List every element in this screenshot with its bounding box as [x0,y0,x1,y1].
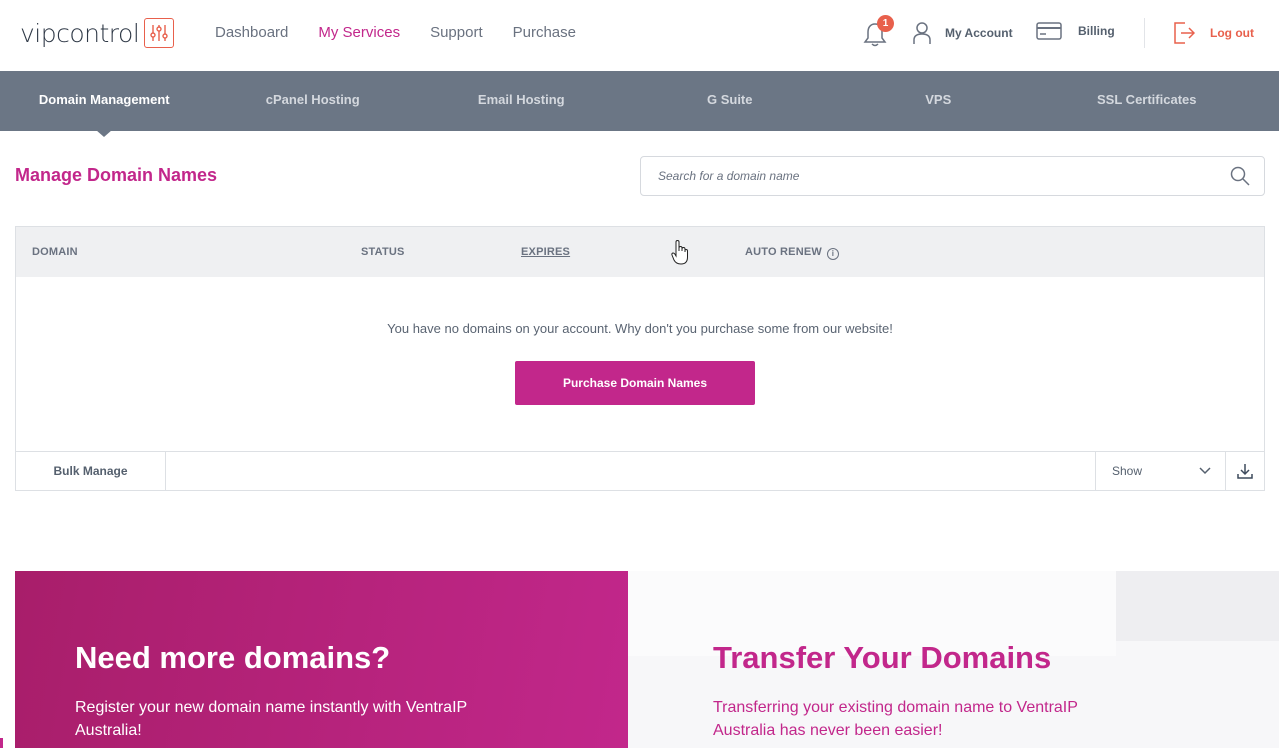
vipcontrol-logo[interactable]: vipcontrol [20,17,175,49]
nav-support[interactable]: Support [430,24,483,41]
need-more-domains-text: Register your new domain name instantly … [75,699,467,739]
transfer-domains-text: Transferring your existing domain name t… [713,699,1078,739]
edge-accent [0,738,3,748]
domain-search [640,156,1265,196]
nav-my-services[interactable]: My Services [318,24,400,41]
table-footer: Bulk Manage Show [16,451,1264,491]
column-auto-renew-label: AUTO RENEW [745,246,822,258]
notifications-badge[interactable]: 1 [877,15,894,32]
transfer-domains-title: Transfer Your Domains [713,640,1052,675]
top-header: vipcontrol Dashboard My Services Support… [0,0,1279,71]
search-input[interactable] [658,157,1218,195]
purchase-domain-names-button[interactable]: Purchase Domain Names [515,361,755,405]
tab-g-suite[interactable]: G Suite [626,71,835,131]
domains-table: DOMAIN STATUS EXPIRES AUTO RENEW i You ha… [15,226,1265,491]
column-status: STATUS [361,246,405,258]
download-button[interactable] [1226,452,1264,491]
page-title: Manage Domain Names [15,165,218,185]
need-more-domains-banner: Need more domains? Register your new dom… [15,571,628,748]
tab-cpanel-hosting[interactable]: cPanel Hosting [209,71,418,131]
main-nav: Dashboard My Services Support Purchase [215,24,606,41]
tab-email-hosting[interactable]: Email Hosting [417,71,626,131]
nav-dashboard[interactable]: Dashboard [215,24,288,41]
background-texture-accent [1116,571,1279,641]
show-select-label: Show [1112,464,1143,478]
nav-purchase[interactable]: Purchase [513,24,576,41]
billing-link[interactable]: Billing [1036,21,1115,41]
show-select[interactable]: Show [1095,452,1226,491]
download-icon [1237,464,1253,479]
credit-card-icon [1036,22,1062,40]
table-header: DOMAIN STATUS EXPIRES AUTO RENEW i [16,227,1264,277]
logo-text: vipcontrol [20,18,140,48]
chevron-down-icon [1199,467,1211,475]
info-icon[interactable]: i [826,248,839,260]
column-auto-renew: AUTO RENEW i [745,246,839,260]
my-account-link[interactable]: My Account [912,21,1013,45]
user-icon [913,22,931,44]
logout-icon [1174,22,1195,44]
logout-link[interactable]: Log out [1173,21,1254,45]
logout-label: Log out [1210,26,1254,40]
transfer-domains-banner: Transfer Your Domains Transferring your … [628,571,1279,748]
my-account-label: My Account [945,26,1013,40]
tab-vps[interactable]: VPS [834,71,1043,131]
billing-label: Billing [1078,24,1115,38]
column-expires-sort[interactable]: EXPIRES [521,246,570,258]
empty-message: You have no domains on your account. Why… [387,321,893,336]
search-icon[interactable] [1230,166,1250,186]
hand-cursor-icon [671,240,688,265]
tab-domain-management[interactable]: Domain Management [0,71,209,137]
header-divider [1144,18,1145,48]
bulk-manage-button[interactable]: Bulk Manage [16,452,166,491]
service-tabs: Domain Management cPanel Hosting Email H… [0,71,1279,137]
sliders-logo-icon [144,18,175,48]
column-domain: DOMAIN [32,246,78,258]
need-more-domains-title: Need more domains? [75,640,391,675]
tab-ssl-certificates[interactable]: SSL Certificates [1043,71,1252,131]
